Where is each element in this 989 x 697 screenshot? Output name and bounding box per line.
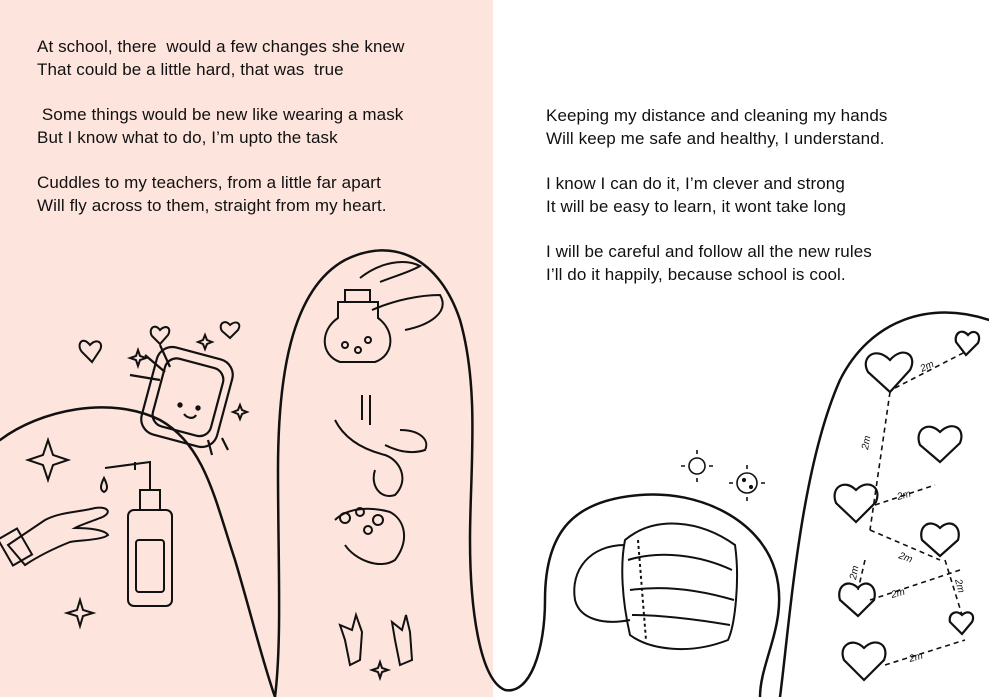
poem-stanza: Cuddles to my teachers, from a little fa… (37, 171, 404, 217)
poem-stanza: Some things would be new like wearing a … (37, 103, 404, 149)
poem-line: Some things would be new like wearing a … (37, 105, 404, 124)
right-poem: Keeping my distance and cleaning my hand… (546, 104, 887, 308)
poem-stanza: Keeping my distance and cleaning my hand… (546, 104, 887, 150)
poem-line: But I know what to do, I’m upto the task (37, 128, 338, 147)
heart-icon (78, 321, 241, 364)
distance-hearts (833, 330, 981, 682)
left-poem: At school, there would a few changes she… (37, 35, 404, 239)
poem-line: It will be easy to learn, it wont take l… (546, 197, 847, 216)
sparkle-icon (24, 332, 250, 630)
washing-hands-icon (334, 395, 428, 682)
soap-dispenser-icon (100, 460, 173, 607)
distance-label: 2m (860, 435, 873, 452)
distance-label: 2m (952, 577, 966, 594)
flowing-line (0, 249, 781, 697)
poem-line: That could be a little hard, that was tr… (37, 60, 344, 79)
poem-line: Will fly across to them, straight from m… (37, 196, 387, 215)
poem-line: Will keep me safe and healthy, I underst… (546, 129, 885, 148)
poem-line: Cuddles to my teachers, from a little fa… (37, 173, 381, 192)
distance-label: 2m (848, 565, 861, 582)
poem-line: I know I can do it, I’m clever and stron… (546, 174, 845, 193)
distance-label: 2m (895, 489, 912, 503)
distance-label: 2m (907, 651, 924, 665)
poem-line: I will be careful and follow all the new… (546, 242, 872, 261)
sanitizer-bottle-icon (323, 261, 444, 363)
right-flowing-line (778, 311, 989, 697)
poem-line: At school, there would a few changes she… (37, 37, 405, 56)
distance-label: 2m (918, 359, 936, 375)
distance-label: 2m (889, 587, 906, 601)
poem-stanza: I know I can do it, I’m clever and stron… (546, 172, 887, 218)
poem-stanza: At school, there would a few changes she… (37, 35, 404, 81)
virus-icon (681, 450, 765, 501)
face-mask-icon (573, 522, 739, 650)
poem-line: Keeping my distance and cleaning my hand… (546, 106, 888, 125)
poem-stanza: I will be careful and follow all the new… (546, 240, 887, 286)
hand-icon (0, 506, 110, 567)
distance-label: 2m (896, 550, 914, 565)
poem-line: I’ll do it happily, because school is co… (546, 265, 846, 284)
